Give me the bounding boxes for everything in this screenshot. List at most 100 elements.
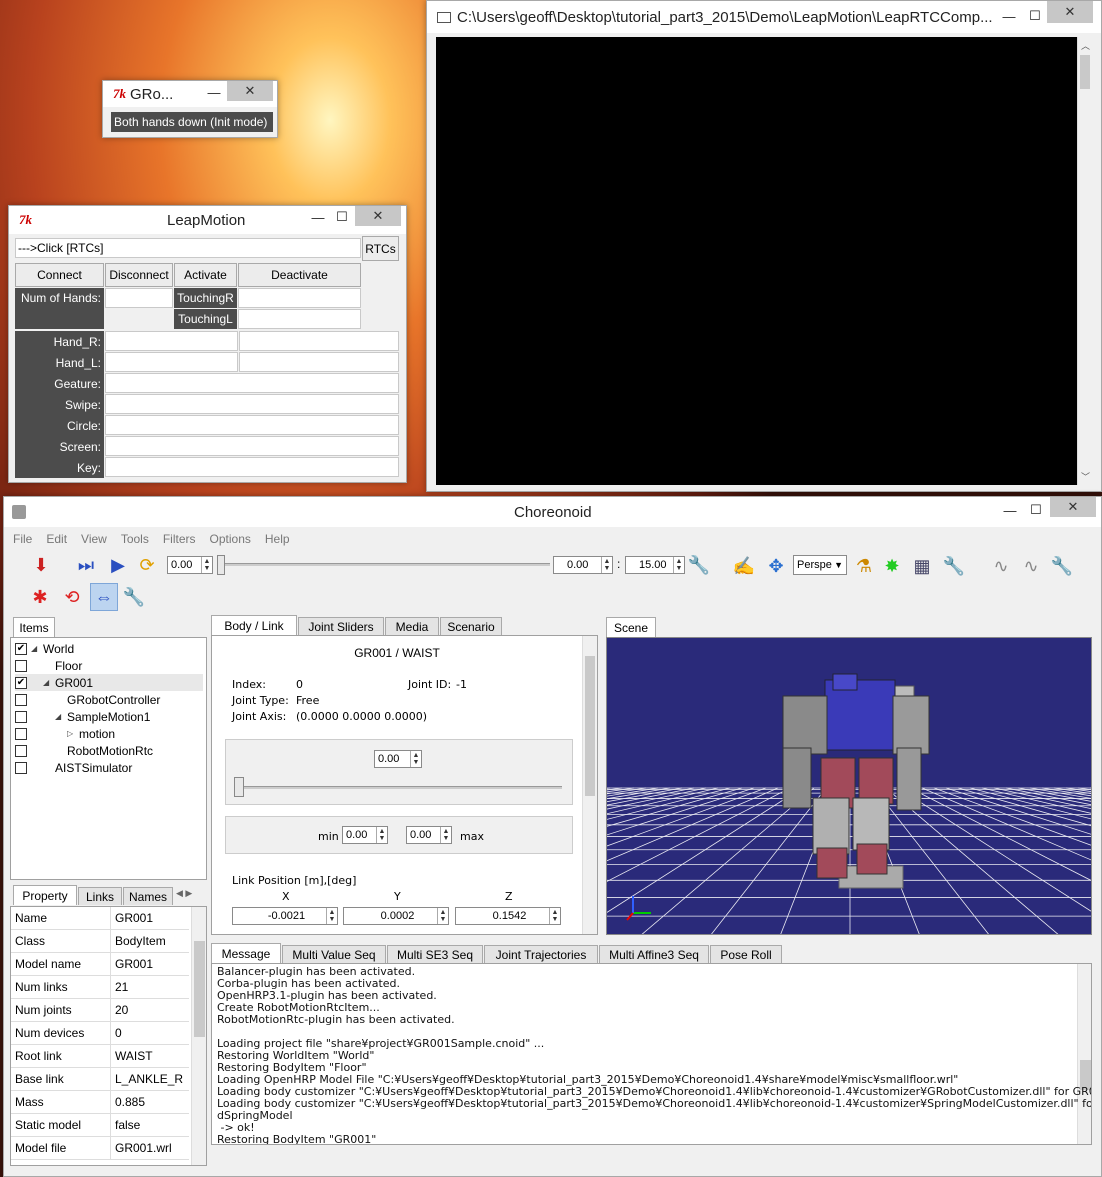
- console-scroll-thumb[interactable]: [1080, 55, 1090, 89]
- console-maximize-button[interactable]: ☐: [1023, 1, 1047, 31]
- y-position-spinbox[interactable]: 0.0002 ▲ ▼: [343, 907, 449, 925]
- property-row[interactable]: Num joints 20: [11, 999, 189, 1022]
- property-table[interactable]: Name GR001 Class BodyItem Model name GR001 Num…: [10, 906, 207, 1166]
- property-row[interactable]: Num devices 0: [11, 1022, 189, 1045]
- tree-item-checkbox[interactable]: [15, 710, 27, 723]
- property-value[interactable]: 21: [111, 976, 128, 998]
- activate-button[interactable]: Activate: [174, 263, 237, 287]
- menu-tools[interactable]: Tools: [114, 532, 156, 546]
- property-value[interactable]: 20: [111, 999, 128, 1021]
- touching-r-field[interactable]: [238, 288, 361, 308]
- joint-angle-spinbox[interactable]: 0.00 ▲ ▼: [374, 750, 422, 768]
- choreonoid-close-button[interactable]: ✕: [1050, 497, 1096, 517]
- tab-scenario[interactable]: Scenario: [440, 617, 502, 635]
- tab-media[interactable]: Media: [385, 617, 439, 635]
- tree-item[interactable]: AISTSimulator: [15, 759, 203, 776]
- body-link-scroll-thumb[interactable]: [585, 656, 595, 796]
- choreonoid-maximize-button[interactable]: ☐: [1024, 497, 1048, 523]
- z-position-spinbox[interactable]: 0.1542 ▲ ▼: [455, 907, 561, 925]
- joint-angle-slider-handle[interactable]: [234, 777, 244, 797]
- joint-angle-slider[interactable]: [236, 786, 562, 789]
- scene-view[interactable]: [606, 637, 1092, 935]
- property-row[interactable]: Model name GR001: [11, 953, 189, 976]
- tab-multi-value-seq[interactable]: Multi Value Seq: [282, 945, 386, 963]
- tree-expand-icon[interactable]: ◢: [43, 678, 53, 687]
- time-slider-handle[interactable]: [217, 555, 225, 575]
- tree-item[interactable]: ◢ SampleMotion1: [15, 708, 203, 725]
- num-hands-field[interactable]: [105, 288, 173, 308]
- property-row[interactable]: Num links 21: [11, 976, 189, 999]
- body-icon[interactable]: ✱: [28, 585, 52, 609]
- tab-pose-roll[interactable]: Pose Roll: [710, 945, 782, 963]
- menu-view[interactable]: View: [74, 532, 114, 546]
- console-close-button[interactable]: ✕: [1047, 1, 1093, 23]
- leap-row-field[interactable]: [239, 331, 399, 351]
- scene-wrench-icon[interactable]: 🔧: [942, 554, 966, 578]
- tab-multi-affine3-seq[interactable]: Multi Affine3 Seq: [599, 945, 709, 963]
- leap-row-field[interactable]: [105, 394, 399, 414]
- property-row[interactable]: Model file GR001.wrl: [11, 1137, 189, 1160]
- tree-item-checkbox[interactable]: [15, 761, 27, 774]
- message-scrollbar[interactable]: [1077, 964, 1091, 1144]
- tree-item[interactable]: ✔ ◢ GR001: [15, 674, 203, 691]
- choreonoid-minimize-button[interactable]: —: [998, 497, 1022, 523]
- property-row[interactable]: Mass 0.885: [11, 1091, 189, 1114]
- tree-expand-icon[interactable]: ▷: [67, 729, 77, 738]
- tree-item-checkbox[interactable]: [15, 727, 27, 740]
- tree-item[interactable]: ✔ ◢ World: [15, 640, 203, 657]
- property-scrollbar[interactable]: [191, 907, 206, 1165]
- tree-item-checkbox[interactable]: [15, 744, 27, 757]
- play-icon[interactable]: ▶: [108, 554, 128, 576]
- time-spinbox[interactable]: 0.00 ▲ ▼: [167, 556, 213, 574]
- menu-options[interactable]: Options: [203, 532, 258, 546]
- leap-row-field[interactable]: [105, 352, 238, 372]
- range-start-spinbox[interactable]: 0.00 ▲ ▼: [553, 556, 613, 574]
- connect-button[interactable]: Connect: [15, 263, 104, 287]
- symmetry-icon[interactable]: ⇔: [90, 583, 118, 611]
- light-icon[interactable]: ✸: [880, 554, 904, 578]
- property-row[interactable]: Name GR001: [11, 907, 189, 930]
- leap-row-field[interactable]: [105, 331, 238, 351]
- time-slider[interactable]: [220, 563, 550, 566]
- camera-mode-select[interactable]: Perspe ▼: [793, 555, 847, 575]
- message-view[interactable]: Balancer-plugin has been activated. Corba…: [211, 963, 1092, 1145]
- leap-maximize-button[interactable]: ☐: [331, 206, 353, 228]
- tree-item-checkbox[interactable]: ✔: [15, 642, 27, 655]
- deactivate-button[interactable]: Deactivate: [238, 263, 361, 287]
- tab-body-link[interactable]: Body / Link: [211, 615, 297, 635]
- console-minimize-button[interactable]: —: [995, 1, 1023, 31]
- item-load-icon[interactable]: ⬇: [30, 554, 52, 576]
- tab-scene[interactable]: Scene: [606, 617, 656, 637]
- graph-wrench-icon[interactable]: 🔧: [1050, 554, 1074, 578]
- scroll-down-icon[interactable]: ﹀: [1081, 470, 1090, 483]
- property-value[interactable]: GR001.wrl: [111, 1137, 172, 1159]
- property-value[interactable]: 0.885: [111, 1091, 145, 1113]
- disconnect-button[interactable]: Disconnect: [105, 263, 173, 287]
- leap-row-field[interactable]: [105, 415, 399, 435]
- property-value[interactable]: BodyItem: [111, 930, 166, 952]
- menu-file[interactable]: File: [6, 532, 39, 546]
- menu-help[interactable]: Help: [258, 532, 297, 546]
- min-spinbox[interactable]: 0.00 ▲ ▼: [342, 826, 388, 844]
- tree-item[interactable]: RobotMotionRtc: [15, 742, 203, 759]
- tab-property[interactable]: Property: [13, 885, 77, 905]
- property-scroll-thumb[interactable]: [194, 941, 205, 1037]
- body-link-scrollbar[interactable]: [582, 636, 597, 934]
- tab-names[interactable]: Names: [123, 887, 173, 905]
- reset-pose-icon[interactable]: ⟲: [60, 585, 84, 609]
- leap-row-field[interactable]: [105, 436, 399, 456]
- tree-item[interactable]: GRobotController: [15, 691, 203, 708]
- property-value[interactable]: L_ANKLE_R: [111, 1068, 183, 1090]
- tree-expand-icon[interactable]: ◢: [31, 644, 41, 653]
- tree-item-checkbox[interactable]: ✔: [15, 676, 27, 689]
- range-end-spinbox[interactable]: 15.00 ▲ ▼: [625, 556, 685, 574]
- body-wrench-icon[interactable]: 🔧: [122, 585, 146, 609]
- rtcs-button[interactable]: RTCs: [362, 236, 399, 261]
- leap-minimize-button[interactable]: —: [307, 206, 329, 228]
- property-row[interactable]: Base link L_ANKLE_R: [11, 1068, 189, 1091]
- leap-row-field[interactable]: [239, 352, 399, 372]
- tree-expand-icon[interactable]: ◢: [55, 712, 65, 721]
- mode-minimize-button[interactable]: —: [203, 81, 225, 103]
- mode-close-button[interactable]: ✕: [227, 81, 273, 101]
- grid-icon[interactable]: ▦: [910, 554, 934, 578]
